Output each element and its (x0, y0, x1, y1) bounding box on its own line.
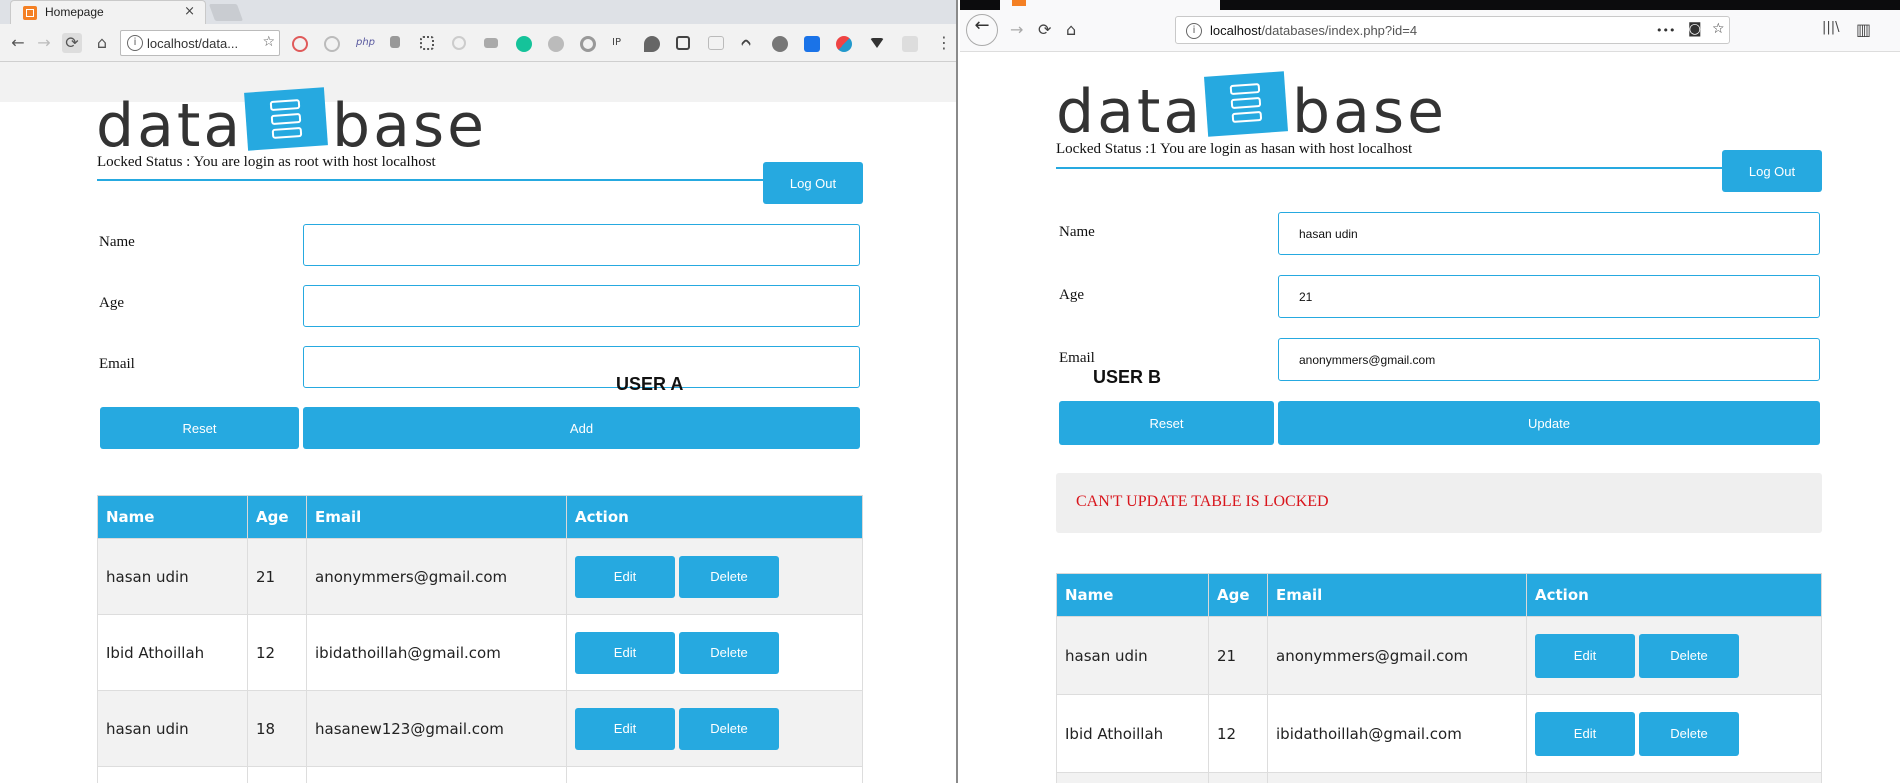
edit-button[interactable]: Edit (575, 707, 675, 750)
delete-button[interactable]: Delete (1639, 711, 1739, 756)
email-label: Email (99, 356, 135, 372)
records-table: Name Age Email Action hasan udin 21 anon… (97, 495, 863, 783)
header-divider (97, 179, 763, 181)
page-content: data base Locked Status : You are login … (0, 0, 956, 783)
age-label: Age (99, 295, 124, 311)
column-header-action: Action (1526, 573, 1822, 617)
edit-button[interactable]: Edit (1535, 633, 1635, 678)
logo-text-base: base (332, 91, 488, 161)
name-input[interactable] (1278, 212, 1820, 255)
user-a-label: USER A (616, 374, 684, 394)
table-row (97, 766, 863, 783)
alert-message: CAN'T UPDATE TABLE IS LOCKED (1076, 493, 1329, 510)
logo-text-data: data (96, 91, 244, 161)
delete-button[interactable]: Delete (679, 555, 779, 598)
name-input[interactable] (303, 224, 860, 266)
cell-action: Edit Delete (1526, 616, 1822, 695)
table-row: Ibid Athoillah 12 ibidathoillah@gmail.co… (1056, 694, 1822, 773)
cell-name: hasan udin (97, 538, 248, 615)
edit-button[interactable]: Edit (1535, 711, 1635, 756)
database-logo: data base (1056, 71, 1456, 147)
browser-window-user-b: ← → ⟳ ⌂ i localhost/databases/index.php?… (960, 0, 1900, 783)
table-header-row: Name Age Email Action (1056, 573, 1822, 617)
column-header-email: Email (1267, 573, 1527, 617)
page-content: data base Locked Status :1 You are login… (960, 0, 1900, 783)
database-logo: data base (96, 87, 496, 161)
table-header-row: Name Age Email Action (97, 495, 863, 539)
age-input[interactable] (1278, 275, 1820, 318)
table-row: hasan udin 21 anonymmers@gmail.com Edit D… (1056, 616, 1822, 695)
update-button[interactable]: Update (1278, 401, 1820, 445)
cell-email: hasanew123@gmail.com (306, 690, 567, 767)
cell-action: Edit Delete (566, 690, 863, 767)
cell-action: Edit Delete (566, 614, 863, 691)
name-label: Name (1059, 224, 1095, 240)
locked-status-text: Locked Status : You are login as root wi… (97, 154, 436, 170)
cell-name: hasan udin (97, 690, 248, 767)
age-label: Age (1059, 287, 1084, 303)
add-button[interactable]: Add (303, 407, 860, 449)
cell-name: Ibid Athoillah (97, 614, 248, 691)
column-header-age: Age (1208, 573, 1268, 617)
email-input[interactable] (303, 346, 860, 388)
records-table: Name Age Email Action hasan udin 21 anon… (1056, 573, 1822, 783)
email-label: Email (1059, 350, 1095, 366)
database-server-icon (1204, 71, 1288, 137)
name-label: Name (99, 234, 135, 250)
column-header-name: Name (1056, 573, 1209, 617)
cell-name: Ibid Athoillah (1056, 694, 1209, 773)
table-row: hasan udin 18 hasanew123@gmail.com Edit D… (97, 690, 863, 767)
delete-button[interactable]: Delete (1639, 633, 1739, 678)
table-row: hasan udin 21 anonymmers@gmail.com Edit D… (97, 538, 863, 615)
column-header-name: Name (97, 495, 248, 539)
cell-email: anonymmers@gmail.com (306, 538, 567, 615)
column-header-email: Email (306, 495, 567, 539)
logout-button[interactable]: Log Out (1722, 150, 1822, 192)
cell-action: Edit Delete (566, 538, 863, 615)
locked-status-text: Locked Status :1 You are login as hasan … (1056, 141, 1413, 157)
cell-email: anonymmers@gmail.com (1267, 616, 1527, 695)
cell-email: ibidathoillah@gmail.com (306, 614, 567, 691)
delete-button[interactable]: Delete (679, 631, 779, 674)
cell-age: 18 (247, 690, 307, 767)
edit-button[interactable]: Edit (575, 631, 675, 674)
logout-button[interactable]: Log Out (763, 162, 863, 204)
email-input[interactable] (1278, 338, 1820, 381)
delete-button[interactable]: Delete (679, 707, 779, 750)
logo-text-data: data (1056, 77, 1204, 147)
edit-button[interactable]: Edit (575, 555, 675, 598)
cell-age: 21 (1208, 616, 1268, 695)
cell-age: 12 (1208, 694, 1268, 773)
reset-button[interactable]: Reset (100, 407, 299, 449)
logo-text-base: base (1292, 77, 1448, 147)
table-row (1056, 772, 1822, 783)
reset-button[interactable]: Reset (1059, 401, 1274, 445)
cell-name: hasan udin (1056, 616, 1209, 695)
browser-window-user-a: Homepage × ← → ⟳ ⌂ i localhost/data... ☆… (0, 0, 958, 783)
cell-age: 21 (247, 538, 307, 615)
column-header-age: Age (247, 495, 307, 539)
lock-error-alert: CAN'T UPDATE TABLE IS LOCKED (1056, 473, 1822, 533)
cell-age: 12 (247, 614, 307, 691)
user-b-label: USER B (1093, 367, 1162, 387)
table-row: Ibid Athoillah 12 ibidathoillah@gmail.co… (97, 614, 863, 691)
cell-action: Edit Delete (1526, 694, 1822, 773)
age-input[interactable] (303, 285, 860, 327)
header-divider (1056, 167, 1722, 169)
column-header-action: Action (566, 495, 863, 539)
cell-email: ibidathoillah@gmail.com (1267, 694, 1527, 773)
database-server-icon (244, 87, 328, 151)
